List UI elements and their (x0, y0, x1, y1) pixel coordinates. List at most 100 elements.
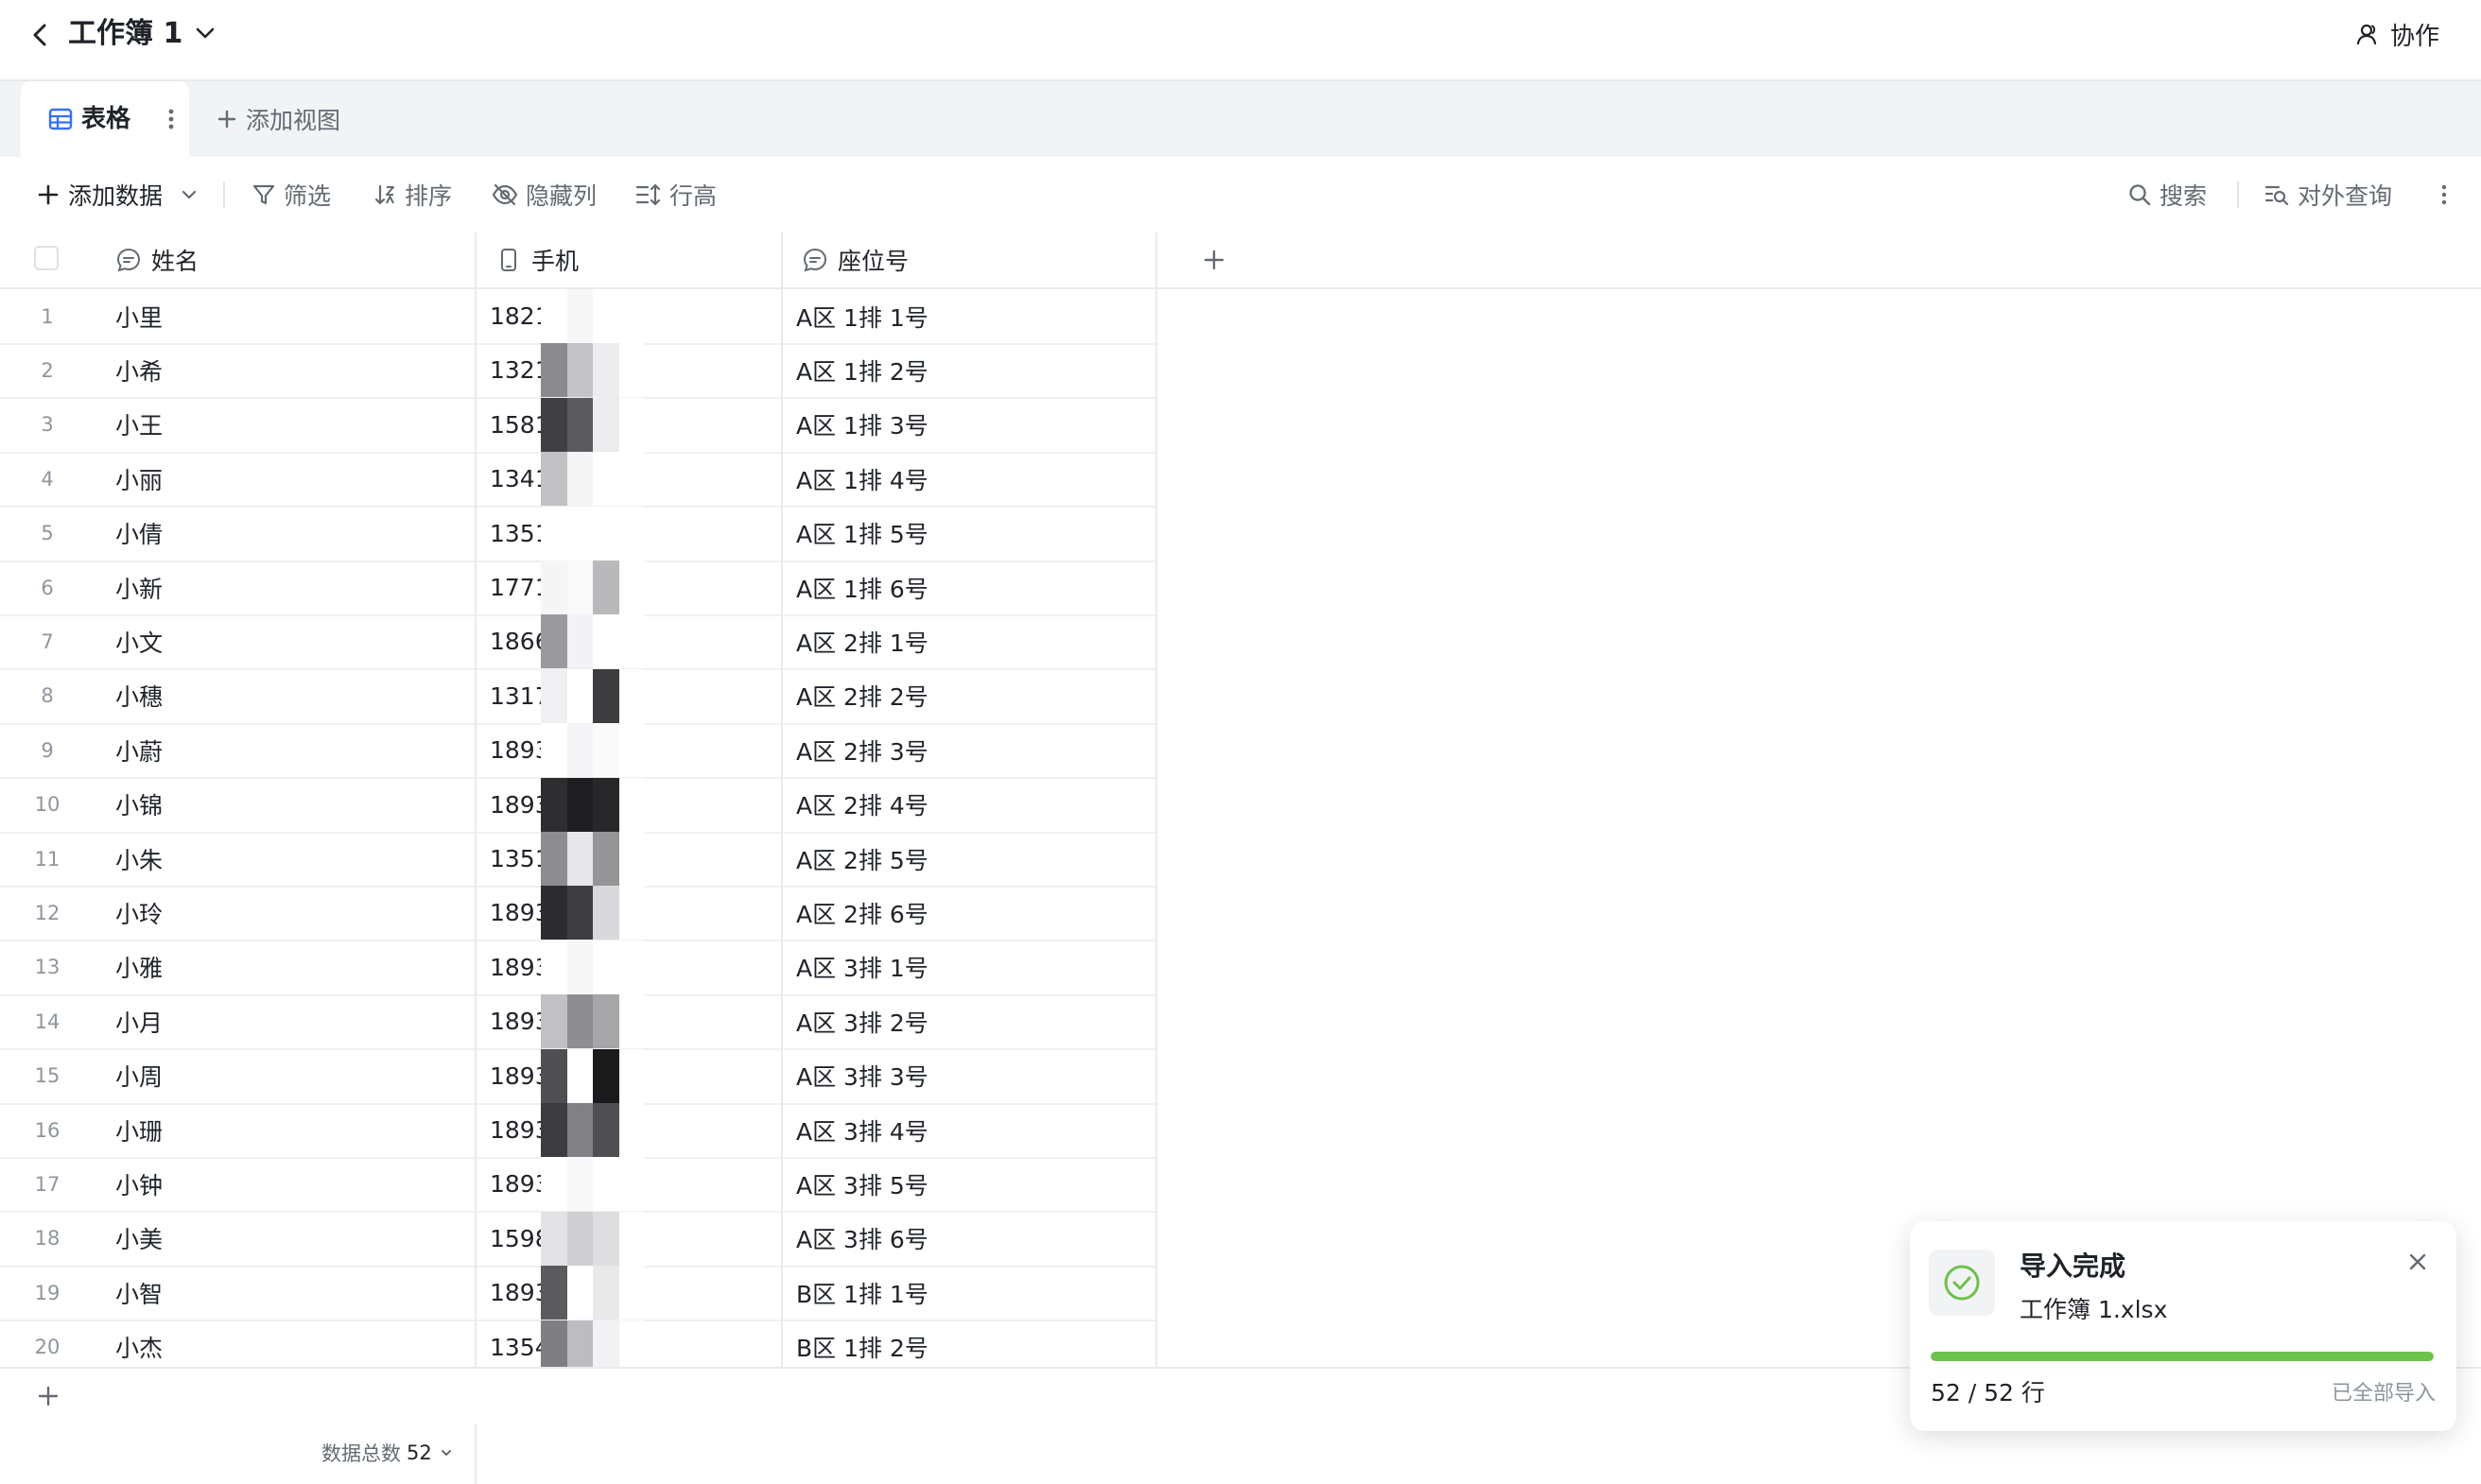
seat-cell[interactable]: A区 2排 1号 (796, 614, 928, 668)
back-arrow-icon[interactable] (25, 19, 57, 51)
seat-cell[interactable]: A区 2排 2号 (796, 669, 928, 723)
more-vertical-icon[interactable] (157, 104, 185, 134)
add-view-button[interactable]: 添加视图 (216, 100, 340, 138)
toolbar: 添加数据 筛选 排序 隐藏列 行高 搜索 对外查询 (0, 157, 2481, 234)
table-row[interactable]: 12 小玲 1893 A区 2排 6号 (0, 886, 1157, 942)
seat-cell[interactable]: A区 3排 3号 (796, 1049, 928, 1103)
table-row[interactable]: 14 小月 1893 A区 3排 2号 (0, 994, 1157, 1051)
sort-button[interactable]: 排序 (373, 176, 452, 214)
seat-cell[interactable]: A区 3排 2号 (796, 994, 928, 1048)
table-row[interactable]: 9 小蔚 1893 A区 2排 3号 (0, 723, 1157, 780)
table-row[interactable]: 4 小丽 1341 A区 1排 4号 (0, 452, 1157, 509)
name-cell[interactable]: 小锦 (115, 778, 163, 832)
seat-cell[interactable]: A区 2排 4号 (796, 778, 928, 832)
row-number: 18 (34, 1227, 61, 1251)
search-button[interactable]: 搜索 (2127, 176, 2207, 214)
name-cell[interactable]: 小雅 (115, 940, 163, 994)
table-row[interactable]: 3 小王 1581 A区 1排 3号 (0, 397, 1157, 454)
name-cell[interactable]: 小文 (115, 614, 163, 668)
row-number: 8 (41, 684, 54, 708)
seat-cell[interactable]: A区 3排 1号 (796, 940, 928, 994)
table-row[interactable]: 17 小钟 1893 A区 3排 5号 (0, 1157, 1157, 1214)
add-data-button[interactable]: 添加数据 (36, 176, 200, 214)
chevron-down-icon[interactable] (189, 17, 221, 49)
name-cell[interactable]: 小希 (115, 343, 163, 397)
seat-cell[interactable]: A区 2排 3号 (796, 723, 928, 777)
table-row[interactable]: 2 小希 1321 A区 1排 2号 (0, 343, 1157, 400)
row-number: 16 (34, 1118, 61, 1142)
mosaic-tile (541, 886, 567, 940)
table-row[interactable]: 1 小里 1821 A区 1排 1号 (0, 289, 1157, 345)
seat-cell[interactable]: A区 1排 5号 (796, 507, 928, 561)
name-cell[interactable]: 小丽 (115, 452, 163, 506)
name-cell[interactable]: 小蔚 (115, 723, 163, 777)
mosaic-tile (566, 668, 593, 723)
filter-button[interactable]: 筛选 (252, 176, 331, 214)
mosaic-tile (566, 1103, 593, 1157)
workbook-title[interactable]: 工作簿 1 (68, 11, 182, 57)
seat-cell[interactable]: A区 1排 4号 (796, 452, 928, 506)
name-cell[interactable]: 小珊 (115, 1103, 163, 1157)
chevron-down-icon[interactable] (178, 183, 200, 206)
close-icon[interactable] (2403, 1248, 2432, 1276)
column-divider (1155, 233, 1157, 1367)
more-options-icon[interactable] (2430, 176, 2458, 214)
table-row[interactable]: 8 小穗 1317 A区 2排 2号 (0, 668, 1157, 725)
name-cell[interactable]: 小玲 (115, 886, 163, 940)
table-row[interactable]: 13 小雅 1893 A区 3排 1号 (0, 940, 1157, 996)
table-row[interactable]: 19 小智 1893 B区 1排 1号 (0, 1266, 1157, 1322)
column-header-label: 座位号 (838, 248, 910, 275)
table-row[interactable]: 10 小锦 1893 A区 2排 4号 (0, 777, 1157, 834)
seat-cell[interactable]: A区 2排 6号 (796, 886, 928, 940)
table-row[interactable]: 15 小周 1893 A区 3排 3号 (0, 1048, 1157, 1105)
name-cell[interactable]: 小周 (115, 1049, 163, 1103)
name-cell[interactable]: 小新 (115, 561, 163, 614)
column-header-phone[interactable]: 手机 (477, 233, 781, 287)
name-cell[interactable]: 小美 (115, 1212, 163, 1266)
redacted-mosaic (541, 1211, 645, 1266)
table-row[interactable]: 5 小倩 1351 A区 1排 5号 (0, 506, 1157, 562)
row-height-button[interactable]: 行高 (635, 176, 717, 214)
redacted-mosaic (541, 397, 645, 452)
redacted-mosaic (541, 1266, 645, 1320)
name-cell[interactable]: 小朱 (115, 832, 163, 886)
seat-cell[interactable]: A区 1排 6号 (796, 561, 928, 614)
column-header-seat[interactable]: 座位号 (783, 233, 1155, 287)
record-count[interactable]: 数据总数 52 (321, 1439, 455, 1467)
table-row[interactable]: 18 小美 1598 A区 3排 6号 (0, 1211, 1157, 1268)
seat-cell[interactable]: A区 3排 6号 (796, 1212, 928, 1266)
add-column-button[interactable] (1182, 233, 1258, 287)
tab-table-view[interactable]: 表格 (21, 81, 189, 157)
seat-cell[interactable]: A区 2排 5号 (796, 832, 928, 886)
name-cell[interactable]: 小穗 (115, 669, 163, 723)
add-view-label: 添加视图 (246, 107, 341, 134)
table-row[interactable]: 7 小文 1866 A区 2排 1号 (0, 614, 1157, 671)
redacted-mosaic (541, 343, 645, 398)
name-cell[interactable]: 小钟 (115, 1157, 163, 1211)
mosaic-tile (566, 506, 593, 561)
public-query-button[interactable]: 对外查询 (2264, 176, 2392, 214)
add-row-button[interactable] (32, 1380, 64, 1412)
table-row[interactable]: 16 小珊 1893 A区 3排 4号 (0, 1103, 1157, 1159)
mosaic-tile (566, 1211, 593, 1266)
name-cell[interactable]: 小月 (115, 994, 163, 1048)
name-cell[interactable]: 小智 (115, 1266, 163, 1320)
hide-columns-button[interactable]: 隐藏列 (492, 176, 597, 214)
seat-cell[interactable]: A区 1排 3号 (796, 398, 928, 452)
seat-cell[interactable]: A区 1排 1号 (796, 289, 928, 343)
seat-cell[interactable]: A区 3排 4号 (796, 1103, 928, 1157)
seat-cell[interactable]: B区 1排 1号 (796, 1266, 928, 1320)
name-cell[interactable]: 小倩 (115, 507, 163, 561)
column-header-name[interactable]: 姓名 (96, 233, 475, 287)
name-cell[interactable]: 小里 (115, 289, 163, 343)
mosaic-tile (593, 777, 619, 832)
row-number: 1 (41, 304, 54, 328)
table-row[interactable]: 11 小朱 1351 A区 2排 5号 (0, 832, 1157, 888)
collaborate-button[interactable]: 协作 (2356, 13, 2439, 55)
select-all-checkbox[interactable] (34, 246, 59, 270)
grid-header: 姓名 手机 座位号 (0, 233, 2481, 289)
seat-cell[interactable]: A区 1排 2号 (796, 343, 928, 397)
table-row[interactable]: 6 小新 1771 A区 1排 6号 (0, 561, 1157, 616)
name-cell[interactable]: 小王 (115, 398, 163, 452)
seat-cell[interactable]: A区 3排 5号 (796, 1157, 928, 1211)
